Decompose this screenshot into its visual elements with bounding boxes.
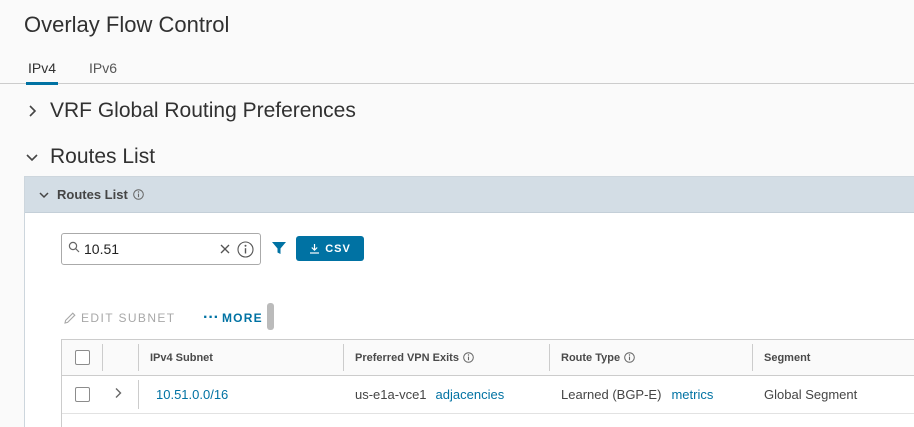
column-header-ipv4-subnet[interactable]: IPv4 Subnet	[150, 340, 213, 375]
column-header-preferred-vpn-exits[interactable]: Preferred VPN Exits	[355, 340, 474, 375]
csv-label: CSV	[325, 242, 351, 255]
more-label: MORE	[221, 311, 263, 325]
grid-header-row: IPv4 Subnet Preferred VPN Exits Route Ty…	[62, 340, 914, 376]
more-button[interactable]: ··· MORE	[203, 309, 263, 326]
column-header-route-type[interactable]: Route Type	[561, 340, 635, 375]
ellipsis-icon: ···	[203, 309, 219, 326]
info-circle-icon[interactable]	[132, 189, 144, 200]
row-checkbox[interactable]	[75, 387, 90, 402]
close-icon[interactable]	[218, 242, 232, 256]
preferred-vpn-exits-label: Preferred VPN Exits	[355, 351, 459, 364]
edit-subnet-label: EDIT SUBNET	[81, 311, 176, 325]
page-title: Overlay Flow Control	[24, 12, 230, 37]
adjacencies-link[interactable]: adjacencies	[436, 387, 505, 402]
chevron-right-icon	[24, 103, 40, 119]
chevron-down-icon	[37, 188, 51, 202]
info-circle-icon[interactable]	[463, 352, 474, 363]
csv-export-button[interactable]: CSV	[296, 236, 364, 261]
select-all-checkbox[interactable]	[75, 350, 90, 365]
routes-grid: IPv4 Subnet Preferred VPN Exits Route Ty…	[61, 339, 914, 427]
routes-card-title: Routes List	[57, 187, 128, 202]
tab-ipv4[interactable]: IPv4	[25, 60, 59, 85]
tab-bar: IPv4 IPv6	[0, 56, 914, 85]
segment-value: Global Segment	[764, 387, 858, 402]
route-type-label: Route Type	[561, 351, 621, 364]
filter-icon[interactable]	[271, 240, 287, 256]
vpn-exit-value: us-e1a-vce1	[355, 387, 427, 402]
info-circle-icon[interactable]	[624, 352, 635, 363]
column-header-segment[interactable]: Segment	[764, 340, 810, 375]
vrf-section-header[interactable]: VRF Global Routing Preferences	[24, 97, 356, 125]
routes-card-header[interactable]: Routes List	[25, 177, 914, 213]
vrf-section-title: VRF Global Routing Preferences	[50, 99, 356, 122]
routes-section-header[interactable]: Routes List	[24, 143, 155, 171]
search-box	[61, 233, 261, 265]
search-input[interactable]	[84, 241, 212, 257]
search-info-icon[interactable]	[237, 241, 254, 258]
routes-list-card: Routes List CSV EDIT SUBNET ··· MORE	[24, 176, 914, 427]
routes-section-title: Routes List	[50, 145, 156, 168]
metrics-link[interactable]: metrics	[671, 387, 713, 402]
edit-subnet-button[interactable]: EDIT SUBNET	[63, 311, 176, 325]
route-type-value: Learned (BGP-E)	[561, 387, 662, 402]
tab-ipv6[interactable]: IPv6	[89, 60, 117, 84]
download-icon	[310, 244, 320, 254]
chevron-down-icon	[24, 149, 40, 165]
subnet-link[interactable]: 10.51.0.0/16	[156, 376, 228, 413]
chevron-right-icon[interactable]	[113, 387, 123, 402]
scrollbar-handle[interactable]	[267, 303, 274, 330]
search-icon	[68, 240, 80, 258]
pencil-icon	[64, 312, 76, 324]
table-row[interactable]: 10.51.0.0/16 us-e1a-vce1 adjacencies Lea…	[62, 376, 914, 414]
